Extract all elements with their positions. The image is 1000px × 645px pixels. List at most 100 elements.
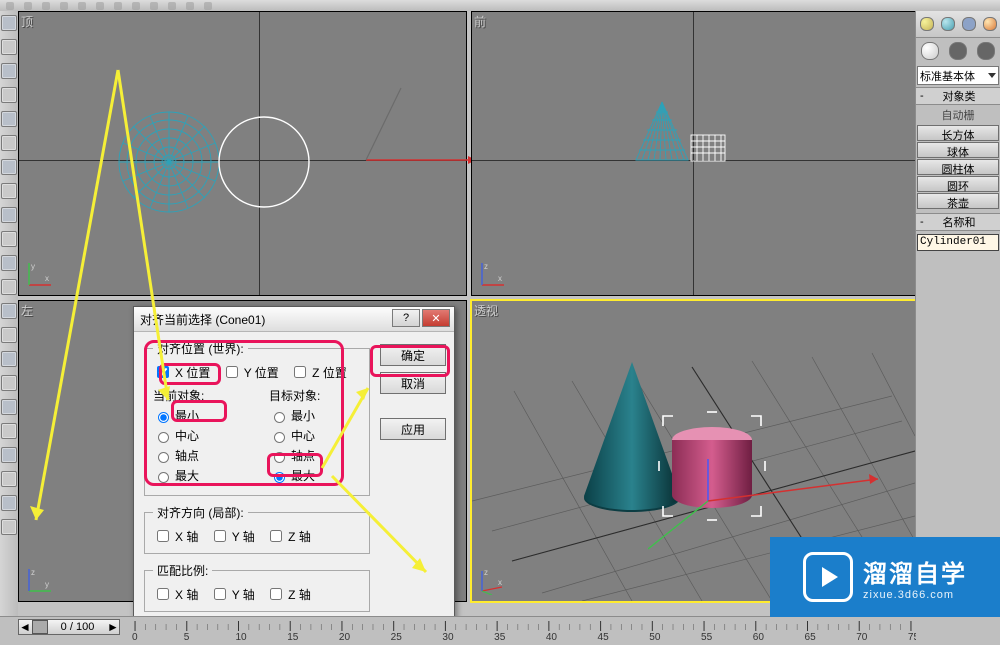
tool-icon[interactable]: [1, 327, 17, 343]
tool-icon[interactable]: [1, 207, 17, 223]
viewport-front[interactable]: 前: [471, 11, 916, 296]
tool-icon[interactable]: [1, 303, 17, 319]
chk-y-axis-orient[interactable]: Y 轴: [210, 527, 255, 545]
viewport-label-front: 前: [474, 13, 486, 30]
svg-text:z: z: [484, 568, 488, 577]
subtab-shapes-icon[interactable]: [949, 42, 967, 60]
primitive-cylinder-button[interactable]: 圆柱体: [917, 159, 999, 175]
viewport-label-top: 顶: [21, 13, 33, 30]
svg-text:5: 5: [184, 632, 190, 641]
svg-text:25: 25: [391, 632, 403, 641]
viewport-top[interactable]: 顶: [18, 11, 467, 296]
group-match-scale-label: 匹配比例:: [153, 562, 212, 579]
primitive-sphere-button[interactable]: 球体: [917, 142, 999, 158]
dialog-titlebar[interactable]: 对齐当前选择 (Cone01) ? ✕: [134, 307, 454, 332]
tool-icon[interactable]: [1, 15, 17, 31]
svg-text:10: 10: [235, 632, 247, 641]
chk-x-axis-orient[interactable]: X 轴: [153, 527, 198, 545]
current-min-radio[interactable]: 最小: [153, 407, 245, 424]
current-pivot-radio[interactable]: 轴点: [153, 447, 245, 464]
primitive-box-button[interactable]: 长方体: [917, 125, 999, 141]
svg-text:55: 55: [701, 632, 713, 641]
bottom-bar: ◄ 0 / 100 ► 0510152025303540455055606570…: [0, 616, 1000, 645]
target-max-radio[interactable]: 最大: [269, 467, 361, 484]
svg-text:y: y: [31, 262, 35, 271]
section-name-color[interactable]: - 名称和: [916, 213, 1000, 231]
current-max-radio[interactable]: 最大: [153, 467, 245, 484]
autogrid-label: 自动栅: [916, 105, 1000, 125]
panel-tabs[interactable]: [916, 11, 1000, 38]
command-panel: 标准基本体 - 对象类 自动栅 长方体 球体 圆柱体 圆环 茶壶 - 名称和: [915, 11, 1000, 617]
tab-create-icon[interactable]: [920, 17, 934, 31]
panel-subtabs[interactable]: [916, 38, 1000, 64]
cancel-button[interactable]: 取消: [380, 372, 446, 394]
apply-button[interactable]: 应用: [380, 418, 446, 440]
chk-y-axis-scale[interactable]: Y 轴: [210, 585, 255, 603]
tool-icon[interactable]: [1, 351, 17, 367]
primitive-teapot-button[interactable]: 茶壶: [917, 193, 999, 209]
scroll-left-icon[interactable]: ◄: [19, 621, 31, 633]
ok-button[interactable]: 确定: [380, 344, 446, 366]
axis-gizmo-icon: x z: [478, 565, 508, 595]
help-button[interactable]: ?: [392, 309, 420, 327]
svg-text:40: 40: [546, 632, 558, 641]
svg-text:15: 15: [287, 632, 299, 641]
tool-icon[interactable]: [1, 519, 17, 535]
watermark-title: 溜溜自学: [863, 554, 967, 589]
play-icon: [803, 552, 853, 602]
scroll-right-icon[interactable]: ►: [107, 621, 119, 633]
tool-icon[interactable]: [1, 399, 17, 415]
svg-text:35: 35: [494, 632, 506, 641]
svg-text:45: 45: [598, 632, 610, 641]
target-pivot-radio[interactable]: 轴点: [269, 447, 361, 464]
timeline-scrollbar[interactable]: ◄ 0 / 100 ►: [18, 619, 120, 635]
wireframe-sphere-icon: [114, 107, 224, 217]
chk-x-axis-scale[interactable]: X 轴: [153, 585, 198, 603]
tool-icon[interactable]: [1, 63, 17, 79]
chk-z-axis-scale[interactable]: Z 轴: [266, 585, 311, 603]
subtab-lights-icon[interactable]: [977, 42, 995, 60]
target-center-radio[interactable]: 中心: [269, 427, 361, 444]
tool-icon[interactable]: [1, 495, 17, 511]
svg-text:20: 20: [339, 632, 351, 641]
tool-icon[interactable]: [1, 255, 17, 271]
svg-text:x: x: [498, 274, 502, 283]
tool-icon[interactable]: [1, 159, 17, 175]
tab-motion-icon[interactable]: [983, 17, 997, 31]
object-name-input[interactable]: [917, 234, 999, 251]
tool-icon[interactable]: [1, 375, 17, 391]
subtab-geometry-icon[interactable]: [921, 42, 939, 60]
target-min-radio[interactable]: 最小: [269, 407, 361, 424]
close-button[interactable]: ✕: [422, 309, 450, 327]
chk-y-position[interactable]: Y 位置: [222, 363, 279, 381]
chk-z-axis-orient[interactable]: Z 轴: [266, 527, 311, 545]
tool-icon[interactable]: [1, 279, 17, 295]
timeline-ruler[interactable]: 051015202530354045505560657075: [130, 619, 916, 641]
section-object-type[interactable]: - 对象类: [916, 87, 1000, 105]
move-gizmo-icon: [351, 80, 491, 190]
scroll-thumb[interactable]: [32, 620, 48, 634]
tool-icon[interactable]: [1, 39, 17, 55]
tool-icon[interactable]: [1, 87, 17, 103]
tool-icon[interactable]: [1, 447, 17, 463]
svg-text:75: 75: [908, 632, 916, 641]
svg-text:x: x: [498, 578, 502, 587]
current-center-radio[interactable]: 中心: [153, 427, 245, 444]
category-dropdown[interactable]: 标准基本体: [917, 66, 999, 85]
tab-hierarchy-icon[interactable]: [962, 17, 976, 31]
svg-text:30: 30: [442, 632, 454, 641]
chk-z-position[interactable]: Z 位置: [290, 363, 347, 381]
tool-icon[interactable]: [1, 231, 17, 247]
svg-text:65: 65: [804, 632, 816, 641]
tool-icon[interactable]: [1, 471, 17, 487]
tool-icon[interactable]: [1, 183, 17, 199]
tool-icon[interactable]: [1, 135, 17, 151]
tab-modify-icon[interactable]: [941, 17, 955, 31]
chk-x-position[interactable]: X 位置: [153, 363, 210, 381]
tool-icon[interactable]: [1, 111, 17, 127]
axis-gizmo-icon: x z: [478, 259, 508, 289]
tool-icon[interactable]: [1, 423, 17, 439]
left-toolbar: [0, 11, 19, 617]
svg-text:70: 70: [856, 632, 868, 641]
primitive-torus-button[interactable]: 圆环: [917, 176, 999, 192]
